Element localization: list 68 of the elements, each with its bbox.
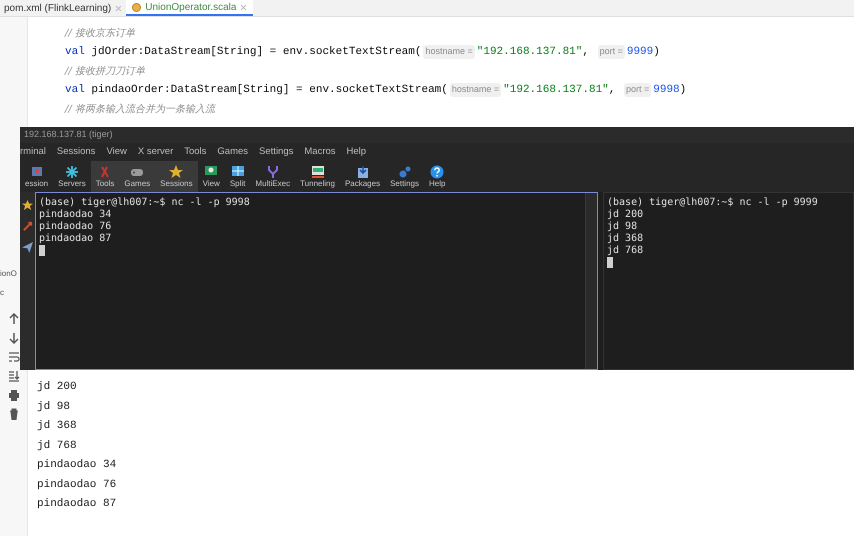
session-icon	[30, 165, 44, 179]
console-line: pindaodao 87	[37, 497, 118, 512]
terminal-pane[interactable]: (base) tiger@lh007:~$ nc -l -p 9999 jd 200 jd 98 jd 368 jd 768	[603, 192, 854, 370]
toolbar-button[interactable]: Settings	[385, 161, 424, 192]
menu-item[interactable]: View	[106, 144, 127, 160]
toolbar-button[interactable]: Split	[224, 161, 250, 192]
toolbar-button[interactable]: Tools	[90, 161, 120, 192]
scrollbar[interactable]	[585, 193, 597, 369]
editor-tab[interactable]: UnionOperator.scala	[126, 0, 254, 16]
down-arrow-icon[interactable]	[8, 332, 20, 344]
tool-window-label[interactable]: c	[0, 287, 4, 299]
toolbar-button[interactable]: View	[198, 161, 225, 192]
menu-item[interactable]: X server	[138, 144, 174, 160]
fork-icon	[266, 165, 280, 179]
star-icon[interactable]	[22, 200, 33, 211]
console-line: jd 768	[37, 438, 78, 454]
tunnel-icon	[310, 165, 325, 179]
menu-item[interactable]: Sessions	[56, 144, 96, 160]
window-title: 192.168.137.81 (tiger)	[24, 128, 113, 142]
menu-item[interactable]: Tools	[184, 144, 206, 160]
menu-item[interactable]: Help	[346, 144, 366, 160]
terminal-line: jd 200	[607, 209, 644, 221]
toolbar-button[interactable]: MultiExec	[250, 161, 296, 192]
editor-tab[interactable]: pom.xml (FlinkLearning)	[0, 0, 126, 16]
menu-item[interactable]: Games	[217, 144, 248, 160]
terminal-cursor	[39, 245, 45, 256]
code-line: // 接收京东订单	[65, 26, 136, 40]
console-line: pindaodao 34	[37, 458, 118, 473]
up-arrow-icon[interactable]	[8, 313, 20, 325]
toolbar-button[interactable]: ession	[20, 161, 54, 192]
toolbar-button[interactable]: Games	[119, 161, 156, 192]
help-icon	[430, 165, 444, 179]
toolbar-button[interactable]: Packages	[340, 161, 386, 192]
toolbar-button[interactable]: Tunneling	[295, 161, 340, 192]
trash-icon[interactable]	[8, 408, 20, 420]
menu-item[interactable]: Settings	[259, 144, 294, 160]
scala-file-icon	[132, 2, 142, 12]
tool-window-label[interactable]: ionO	[0, 268, 17, 280]
console-line: jd 98	[37, 400, 72, 414]
code-line: val pindaoOrder:DataStream[String] = env.socketTextStream( hostname = "192.168.137.81", port = 9998)	[65, 82, 688, 98]
menu-item[interactable]: Macros	[304, 144, 336, 160]
toolbar-button[interactable]: Help	[424, 161, 450, 192]
send-icon[interactable]	[22, 242, 33, 253]
terminal-line: pindaodao 76	[39, 221, 112, 233]
toolbar-button[interactable]: Servers	[53, 161, 91, 192]
terminal-line: pindaodao 34	[39, 209, 112, 221]
terminal-line: jd 368	[607, 233, 644, 245]
split-icon	[230, 165, 245, 179]
terminal-cursor	[607, 257, 613, 268]
code-line: // 接收拼刀刀订单	[65, 64, 146, 78]
wrap-lines-icon[interactable]	[8, 351, 20, 363]
menu-item[interactable]: rminal	[20, 144, 46, 160]
toolbar-button[interactable]: Sessions	[155, 161, 198, 192]
terminal-line: pindaodao 87	[39, 233, 112, 245]
console-line: pindaodao 76	[37, 478, 118, 492]
console-line: jd 368	[37, 419, 78, 434]
terminal-pane[interactable]: (base) tiger@lh007:~$ nc -l -p 9998 pindaodao 34 pindaodao 76 pindaodao 87	[35, 192, 598, 370]
scroll-to-end-icon[interactable]	[8, 370, 20, 382]
star-icon	[169, 165, 184, 179]
console-line: jd 200	[37, 380, 78, 395]
terminal-line: (base) tiger@lh007:~$ nc -l -p 9998	[39, 197, 251, 209]
servers-icon	[64, 165, 79, 179]
code-line: val jdOrder:DataStream[String] = env.socketTextStream( hostname = "192.168.137.81", port = 9999)	[65, 44, 661, 60]
code-line: // 将两条输入流合并为一条输入流	[65, 102, 217, 116]
download-icon	[356, 165, 370, 179]
terminal-line: jd 98	[607, 221, 638, 233]
terminal-line: jd 768	[607, 245, 644, 257]
terminal-line: (base) tiger@lh007:~$ nc -l -p 9999	[607, 197, 819, 209]
